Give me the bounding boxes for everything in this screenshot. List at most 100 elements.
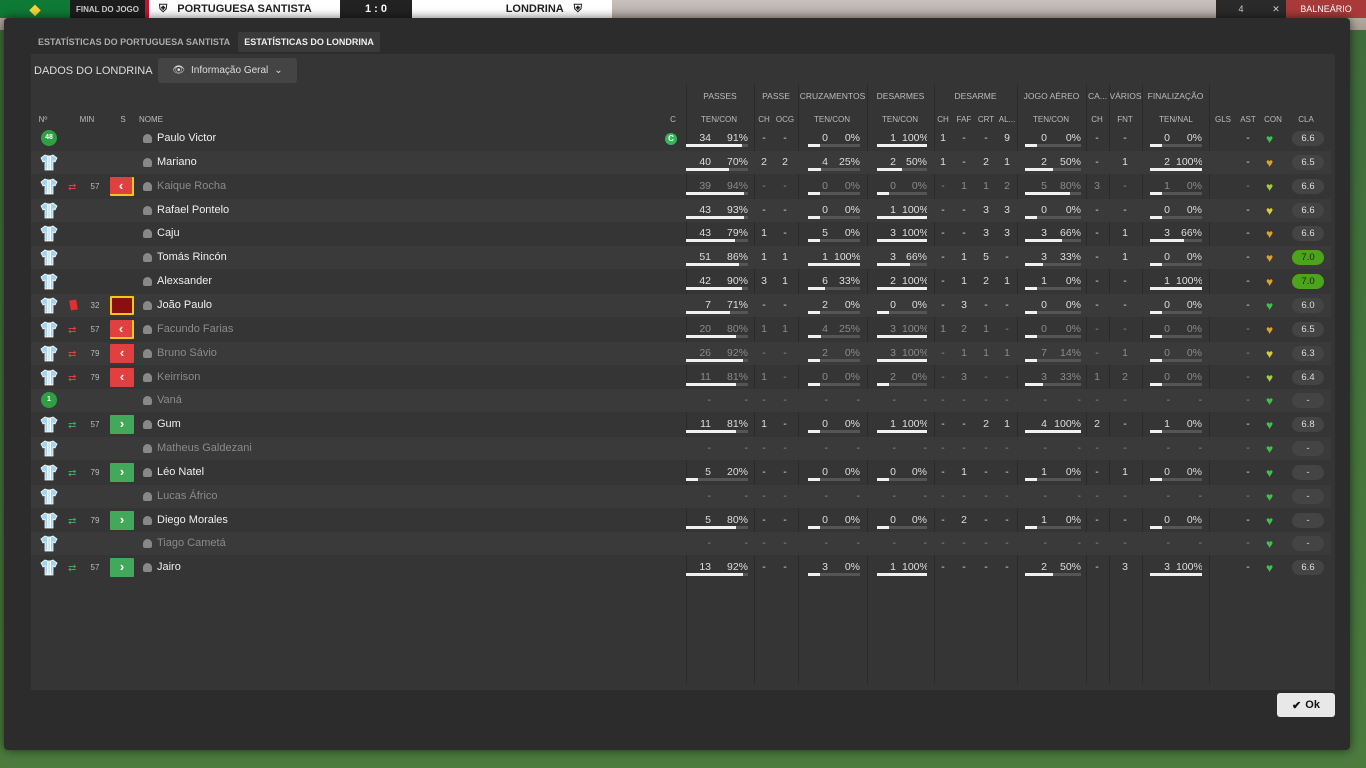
col-header-gls[interactable]: GLS: [1212, 115, 1234, 124]
tab-away-stats[interactable]: ESTATÍSTICAS DO LONDRINA: [238, 32, 380, 52]
player-profile-icon: [143, 491, 152, 501]
player-name[interactable]: Matheus Galdezani: [157, 437, 252, 460]
sub-out-button[interactable]: ‹: [110, 176, 134, 196]
table-row[interactable]: ⇄ 79 ‹ Keirrison 11 81% 1-0 0% 2 0% -3- -3 33% 1 2 0 0% -…: [31, 366, 1331, 389]
table-row[interactable]: ⇄ 79 › Léo Natel 5 20% - -0 0% 0 0% -1- -1 0% -1 0 0% - ♥ -: [31, 461, 1331, 484]
table-row[interactable]: Tomás Rincón 51 86% 1 1 1 100% 3 66% -1 5-3 33% -1 0 0…: [31, 246, 1331, 270]
sent-off-badge[interactable]: [110, 295, 134, 315]
table-row[interactable]: Lucas Áfrico - - - - - - - - - - - - - - - - - - - ♥ -: [31, 484, 1331, 508]
stat-value: -: [1095, 537, 1099, 550]
stat-value: -: [1005, 298, 1009, 311]
table-row[interactable]: ⇄ 79 ‹ Bruno Sávio 26 92% - -2 0% 3 100% -1 1 1 7 14% -1…: [31, 341, 1331, 365]
col-header-varios-fnt[interactable]: FNT: [1113, 115, 1137, 124]
table-row[interactable]: Rafael Pontelo 43 93% - -0 0% 1 100% - -3 3 0 0% - -0 0…: [31, 198, 1331, 222]
player-name[interactable]: Tomás Rincón: [157, 246, 227, 269]
table-row[interactable]: Tiago Cametá - - - - - - - - - - - - - - - - - - - ♥ -: [31, 532, 1331, 556]
col-header-name[interactable]: NOME: [139, 115, 179, 124]
sub-in-button[interactable]: ›: [110, 462, 134, 482]
player-name[interactable]: Caju: [157, 222, 180, 245]
player-name[interactable]: Léo Natel: [157, 461, 204, 484]
stat-value: [1212, 246, 1234, 269]
notifications-count[interactable]: 4: [1216, 0, 1266, 18]
player-name[interactable]: Mariano: [157, 151, 197, 174]
player-name[interactable]: João Paulo: [157, 294, 212, 317]
sub-in-button[interactable]: ›: [110, 415, 134, 435]
goalkeeper-shirt-icon: 48: [41, 130, 57, 146]
col-header-cla[interactable]: CLA: [1290, 115, 1322, 124]
player-profile-icon: [143, 277, 152, 287]
morale-heart-icon: ♥: [1266, 227, 1274, 242]
shirt-icon: [40, 178, 58, 195]
stat-value: -: [1198, 442, 1203, 455]
table-row[interactable]: 1 Vaná - - - - - - - - - - - - - - - - - - - ♥ -: [31, 389, 1331, 413]
col-header-ast[interactable]: AST: [1238, 115, 1258, 124]
shirt-icon: [40, 488, 58, 505]
table-row[interactable]: Mariano 40 70% 2 2 4 25% 2 50% 1-2 1 2 50% -1 2 100% - ♥ 6…: [31, 150, 1331, 174]
player-name[interactable]: Rafael Pontelo: [157, 199, 229, 222]
shirt-icon: [40, 369, 58, 386]
col-header-des-al[interactable]: AL...: [997, 115, 1017, 124]
tab-home-stats[interactable]: ESTATÍSTICAS DO PORTUGUESA SANTISTA: [32, 32, 236, 52]
player-name[interactable]: Gum: [157, 413, 181, 436]
col-header-cruz[interactable]: TEN/CON: [801, 115, 863, 124]
stat-value: -: [941, 227, 945, 240]
player-name[interactable]: Vaná: [157, 389, 182, 412]
stat-value: 1: [761, 418, 767, 431]
stat-value: -: [1166, 489, 1171, 502]
sub-out-button[interactable]: ‹: [110, 343, 134, 363]
col-header-desarmes[interactable]: TEN/CON: [871, 115, 929, 124]
table-row[interactable]: Caju 43 79% 1-5 0% 3 100% - -3 3 3 66% -1 3 66% - ♥ 6.6: [31, 222, 1331, 245]
stat-value: -: [923, 489, 928, 502]
collapse-icon[interactable]: ✕: [1266, 0, 1286, 18]
table-row[interactable]: 32 João Paulo 7 71% - -2 0% 0 0% -3- -0 0% - -0 0% - ♥ 6.…: [31, 293, 1331, 317]
player-name[interactable]: Jairo: [157, 556, 181, 579]
table-row[interactable]: ⇄ 57 ‹ Kaique Rocha 39 94% - -0 0% 0 0% -1 1 2 5 80% 3-1…: [31, 175, 1331, 198]
col-header-passe-ocg[interactable]: OCG: [774, 115, 796, 124]
table-row[interactable]: Matheus Galdezani - - - - - - - - - - - - - - - - - - - ♥ -: [31, 437, 1331, 461]
player-name[interactable]: Diego Morales: [157, 509, 228, 532]
col-header-aereo[interactable]: TEN/CON: [1021, 115, 1081, 124]
col-header-passes[interactable]: TEN/CON: [691, 115, 747, 124]
col-header-des-crt[interactable]: CRT: [977, 115, 995, 124]
col-header-des-ch[interactable]: CH: [937, 115, 949, 124]
col-header-des-faf[interactable]: FAF: [955, 115, 973, 124]
col-header-s[interactable]: S: [117, 115, 129, 124]
player-name[interactable]: Keirrison: [157, 366, 200, 389]
player-name[interactable]: Tiago Cametá: [157, 532, 226, 555]
stat-value: -: [762, 132, 766, 144]
table-row[interactable]: 48 Paulo Victor C 34 91% - -0 0% 1 100% 1- -9 0 0% - -0…: [31, 127, 1331, 150]
table-row[interactable]: ⇄ 57 › Gum 11 81% 1-0 0% 1 100% - -2 1 4 100% 2-1 0% - ♥ 6.…: [31, 413, 1331, 436]
sub-out-button[interactable]: ‹: [110, 367, 134, 387]
stat-value: -: [1043, 489, 1048, 502]
stat-value: -: [1077, 442, 1082, 455]
col-header-c[interactable]: C: [667, 115, 679, 124]
table-row[interactable]: Alexsander 42 90% 3 1 6 33% 2 100% -1 2 1 1 0% - -1 100%…: [31, 270, 1331, 293]
col-header-ca-ch[interactable]: CH: [1088, 115, 1106, 124]
progress-fill: [1025, 144, 1037, 147]
col-header-con[interactable]: CON: [1262, 115, 1284, 124]
player-name[interactable]: Paulo Victor: [157, 127, 216, 150]
sub-in-button[interactable]: ›: [110, 558, 134, 578]
ok-button[interactable]: ✔ Ok: [1277, 693, 1335, 717]
view-selector[interactable]: 👁 Informação Geral ⌄: [158, 58, 297, 83]
player-name[interactable]: Kaique Rocha: [157, 175, 226, 198]
morale-heart-icon: ♥: [1266, 132, 1274, 146]
progress-fill: [808, 573, 820, 577]
player-name[interactable]: Lucas Áfrico: [157, 485, 218, 508]
table-row[interactable]: ⇄ 79 › Diego Morales 5 80% - -0 0% 0 0% -2- -1 0% - -0 0…: [31, 509, 1331, 532]
sub-in-button[interactable]: ›: [110, 510, 134, 530]
player-name[interactable]: Alexsander: [157, 270, 212, 293]
player-rating: 7.0: [1292, 250, 1324, 266]
table-row[interactable]: ⇄ 57 ‹ Facundo Farias 20 80% 1 1 4 25% 3 100% 1 2 1-0 0…: [31, 318, 1331, 341]
col-header-final[interactable]: TEN/NAL: [1146, 115, 1206, 124]
col-header-num[interactable]: Nº: [33, 115, 53, 124]
dressing-room-button[interactable]: BALNEÁRIO: [1286, 0, 1366, 18]
sub-out-button[interactable]: ‹: [110, 319, 134, 339]
col-header-min[interactable]: MIN: [75, 115, 99, 124]
col-header-passe-ch[interactable]: CH: [756, 115, 772, 124]
stat-value: 1: [1094, 370, 1100, 383]
player-name[interactable]: Bruno Sávio: [157, 342, 217, 365]
progress-fill: [1025, 573, 1053, 577]
player-name[interactable]: Facundo Farias: [157, 318, 233, 341]
table-row[interactable]: ⇄ 57 › Jairo 13 92% - -3 0% 1 100% - - - -2 50% -3 3 100% -…: [31, 556, 1331, 579]
